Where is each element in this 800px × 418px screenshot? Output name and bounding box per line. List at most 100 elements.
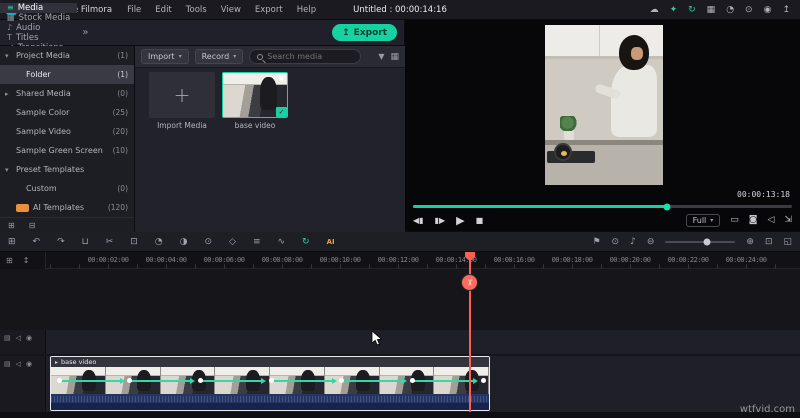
- audio-wave-icon[interactable]: ∿: [278, 237, 286, 247]
- keyframe-icon[interactable]: ◇: [229, 237, 236, 247]
- sidebar-item-custom[interactable]: Custom (0): [0, 179, 134, 198]
- share-icon[interactable]: ↥: [782, 5, 790, 15]
- track-visibility-icon[interactable]: ◉: [26, 334, 32, 342]
- track-options-icon[interactable]: ▤: [4, 334, 11, 342]
- zoom-out-icon[interactable]: ⊖: [647, 237, 655, 247]
- titles-icon: T: [7, 33, 12, 42]
- adjust-icon[interactable]: ≡: [253, 237, 261, 247]
- tab-titles[interactable]: T Titles: [0, 33, 77, 43]
- track-mute-icon[interactable]: ◁: [16, 360, 21, 368]
- import-media-dropzone[interactable]: +: [149, 72, 215, 118]
- export-button[interactable]: ↥ Export: [332, 24, 397, 41]
- chroma-key-icon[interactable]: ⊙: [204, 237, 212, 247]
- zoom-in-icon[interactable]: ⊕: [746, 237, 754, 247]
- redo-icon[interactable]: ↷: [57, 237, 65, 247]
- sidebar-item-preset-templates[interactable]: ▾ Preset Templates: [0, 160, 134, 179]
- play-button[interactable]: ▶: [456, 214, 464, 227]
- seek-bar[interactable]: [413, 203, 792, 210]
- manage-tracks-icon[interactable]: ⊞: [6, 256, 13, 265]
- delete-icon[interactable]: ⊔: [82, 237, 89, 247]
- tab-media[interactable]: ≡ Media: [0, 2, 78, 13]
- notification-icon[interactable]: ◔: [726, 5, 734, 15]
- menu-view[interactable]: View: [214, 5, 248, 15]
- menu-edit[interactable]: Edit: [148, 5, 178, 15]
- display-device-icon[interactable]: ▭: [730, 215, 739, 225]
- tab-stock-media[interactable]: ▦ Stock Media: [0, 13, 77, 23]
- cloud-icon[interactable]: ☁: [650, 5, 659, 15]
- audio-mixer-icon[interactable]: ♪: [630, 237, 636, 247]
- media-sidebar-list: ▾ Project Media (1) Folder (1) ▸ Shared Media (…: [0, 46, 134, 217]
- sidebar-item-sample-green-screen[interactable]: Sample Green Screen (10): [0, 141, 134, 160]
- undo-icon[interactable]: ↶: [33, 237, 41, 247]
- media-import-icon[interactable]: ⊞: [8, 237, 16, 247]
- layout-icon[interactable]: ▦: [707, 5, 716, 15]
- sidebar-item-count: (1): [117, 70, 128, 79]
- import-media-card[interactable]: + Import Media: [149, 72, 215, 130]
- more-tabs-chevron-icon[interactable]: »: [77, 27, 93, 38]
- grid-view-icon[interactable]: ▦: [390, 52, 399, 62]
- volume-icon[interactable]: ◁: [768, 215, 775, 225]
- clip-thumbnail[interactable]: ▣ ✓: [222, 72, 288, 118]
- track-height-icon[interactable]: ↕: [23, 256, 30, 265]
- speed-icon[interactable]: ◔: [155, 237, 163, 247]
- timeline-zoom-slider[interactable]: [665, 238, 736, 245]
- step-forward-button[interactable]: ▮▶: [435, 216, 446, 225]
- timeline-playhead[interactable]: ✂: [461, 252, 478, 412]
- track-mute-icon[interactable]: ◁: [16, 334, 21, 342]
- menu-help[interactable]: Help: [290, 5, 323, 15]
- ai-wand-icon[interactable]: ✦: [670, 5, 678, 15]
- tab-label: Titles: [15, 32, 39, 43]
- fit-timeline-icon[interactable]: ⊡: [765, 237, 773, 247]
- sidebar-item-folder[interactable]: Folder (1): [0, 65, 134, 84]
- ruler-label: 00:00:08:00: [261, 256, 303, 264]
- split-icon[interactable]: ✂: [106, 237, 114, 247]
- sidebar-item-ai-templates[interactable]: AI Templates (120): [0, 198, 134, 217]
- timeline-zoom-knob[interactable]: [703, 238, 711, 245]
- timeline-clip-base-video[interactable]: ▸ base video: [50, 356, 490, 411]
- chevron-down-icon: ▾: [710, 216, 714, 224]
- track-options-icon[interactable]: ▤: [4, 360, 11, 368]
- clip-name-label: base video: [234, 121, 276, 130]
- keyframe-dot: [127, 378, 133, 383]
- microphone-icon[interactable]: ⊙: [745, 5, 753, 15]
- tab-audio[interactable]: ♪ Audio: [0, 23, 77, 33]
- search-media-box[interactable]: [249, 49, 362, 64]
- menu-file[interactable]: File: [120, 5, 148, 15]
- screen-record-icon[interactable]: ◉: [764, 5, 772, 15]
- keyframe-arrow-icon: [412, 378, 478, 384]
- fullscreen-icon[interactable]: ⇲: [784, 215, 792, 225]
- sidebar-item-project-media[interactable]: ▾ Project Media (1): [0, 46, 134, 65]
- timeline-track-2[interactable]: [46, 330, 800, 354]
- search-media-input[interactable]: [267, 52, 354, 61]
- menu-export[interactable]: Export: [248, 5, 290, 15]
- sidebar-item-shared-media[interactable]: ▸ Shared Media (0): [0, 84, 134, 103]
- timeline-horizontal-scrollbar[interactable]: [0, 412, 800, 418]
- new-folder-icon[interactable]: ⊞: [8, 221, 15, 230]
- playhead-split-icon[interactable]: ✂: [461, 274, 478, 291]
- import-dropdown[interactable]: Import ▾: [141, 49, 189, 64]
- import-dropdown-label: Import: [148, 52, 175, 61]
- auto-ripple-icon[interactable]: ↻: [302, 237, 310, 247]
- marker-icon[interactable]: ⚑: [592, 237, 600, 247]
- preview-zoom-dropdown[interactable]: Full ▾: [685, 213, 721, 227]
- ruler-label: 00:00:10:00: [319, 256, 361, 264]
- sidebar-item-sample-color[interactable]: Sample Color (25): [0, 103, 134, 122]
- color-icon[interactable]: ◑: [180, 237, 188, 247]
- snapshot-icon[interactable]: ◙: [749, 215, 758, 225]
- timeline-ruler[interactable]: 00:00:02:00 00:00:04:00 00:00:06:00 00:00:0…: [0, 252, 800, 269]
- crop-icon[interactable]: ⊡: [130, 237, 138, 247]
- sidebar-item-count: (10): [112, 146, 128, 155]
- voiceover-icon[interactable]: ⊙: [612, 237, 620, 247]
- ai-tools-icon[interactable]: AI: [327, 238, 335, 246]
- track-visibility-icon[interactable]: ◉: [26, 360, 32, 368]
- snap-icon[interactable]: ◱: [783, 237, 792, 247]
- menu-tools[interactable]: Tools: [179, 5, 214, 15]
- refresh-icon[interactable]: ↻: [688, 5, 696, 15]
- delete-folder-icon[interactable]: ⊟: [29, 221, 36, 230]
- record-dropdown[interactable]: Record ▾: [194, 49, 244, 64]
- step-back-button[interactable]: ◀▮: [413, 216, 424, 225]
- stop-button[interactable]: ■: [476, 216, 484, 225]
- sidebar-item-sample-video[interactable]: Sample Video (20): [0, 122, 134, 141]
- media-clip-base-video[interactable]: ▣ ✓ base video: [222, 72, 288, 130]
- filter-icon[interactable]: ▼: [378, 52, 384, 61]
